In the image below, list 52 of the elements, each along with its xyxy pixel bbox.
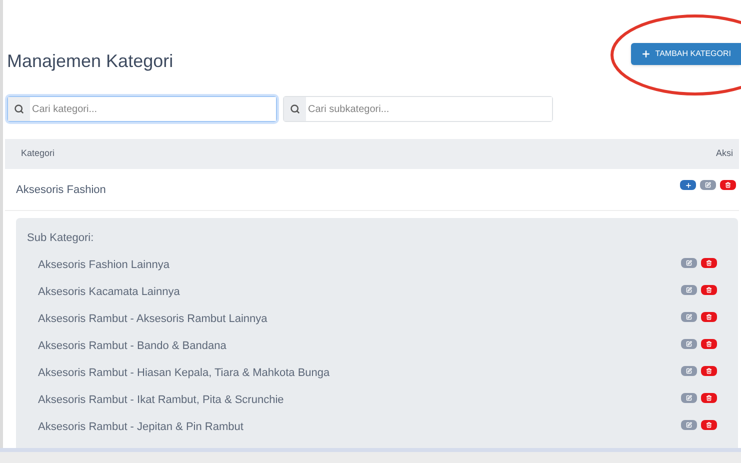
edit-icon — [686, 314, 692, 320]
delete-button[interactable] — [701, 338, 717, 348]
edit-icon — [686, 368, 692, 374]
edit-button[interactable] — [681, 258, 697, 268]
trash-icon — [706, 260, 712, 266]
trash-icon — [706, 422, 712, 428]
edit-icon — [686, 394, 692, 400]
edit-icon — [686, 340, 692, 346]
delete-button[interactable] — [701, 366, 717, 376]
search-icon — [14, 104, 24, 114]
subcategory-name: Aksesoris Kacamata Lainnya — [38, 284, 180, 300]
search-icon — [290, 104, 300, 114]
edit-button[interactable] — [681, 312, 697, 322]
edit-button[interactable] — [681, 284, 697, 294]
edit-icon — [686, 422, 692, 428]
page-title: Manajemen Kategori — [7, 50, 174, 73]
edit-icon — [686, 286, 692, 292]
subcategory-name: Aksesoris Rambut - Jepitan & Pin Rambut — [38, 420, 244, 435]
column-header: Kategori — [21, 147, 55, 160]
trash-icon — [706, 340, 712, 346]
edit-icon — [686, 260, 692, 266]
delete-button[interactable] — [701, 284, 717, 294]
delete-button[interactable] — [701, 392, 717, 402]
trash-icon — [706, 368, 712, 374]
category-name: Aksesoris Fashion — [16, 182, 106, 198]
subcategory-name: Aksesoris Rambut - Hiasan Kepala, Tiara & Mahkota Bunga — [38, 366, 330, 381]
edit-button[interactable] — [681, 366, 697, 376]
search-field[interactable]: Cari kategori... — [7, 96, 277, 122]
plus-icon — [684, 182, 692, 188]
subcategory-name: Aksesoris Rambut - Ikat Rambut, Pita & Scrunchie — [38, 392, 284, 408]
trash-icon — [725, 182, 731, 188]
delete-button[interactable] — [701, 420, 717, 430]
delete-button[interactable] — [701, 312, 717, 322]
subcategory-heading: Sub Kategori: — [26, 231, 95, 246]
trash-icon — [706, 394, 712, 400]
subcategory-name: Aksesoris Rambut - Aksesoris Rambut Lainnya — [38, 312, 268, 327]
column-header: Aksi — [716, 147, 733, 160]
subcategory-name: Aksesoris Fashion Lainnya — [38, 258, 170, 273]
subcategory-name: Aksesoris Rambut - Bando & Bandana — [38, 338, 226, 354]
edit-button[interactable] — [700, 180, 716, 190]
edit-button[interactable] — [681, 392, 697, 402]
search-field[interactable]: Cari subkategori... — [283, 96, 553, 122]
delete-button[interactable] — [720, 180, 736, 190]
trash-icon — [706, 314, 712, 320]
edit-button[interactable] — [681, 338, 697, 348]
edit-button[interactable] — [681, 420, 697, 430]
edit-icon — [705, 182, 711, 188]
delete-button[interactable] — [701, 258, 717, 268]
trash-icon — [706, 286, 712, 292]
plus-icon — [641, 49, 652, 59]
add-subcategory-button[interactable] — [680, 180, 696, 190]
add-category-button[interactable]: TAMBAH KATEGORI — [631, 43, 741, 65]
